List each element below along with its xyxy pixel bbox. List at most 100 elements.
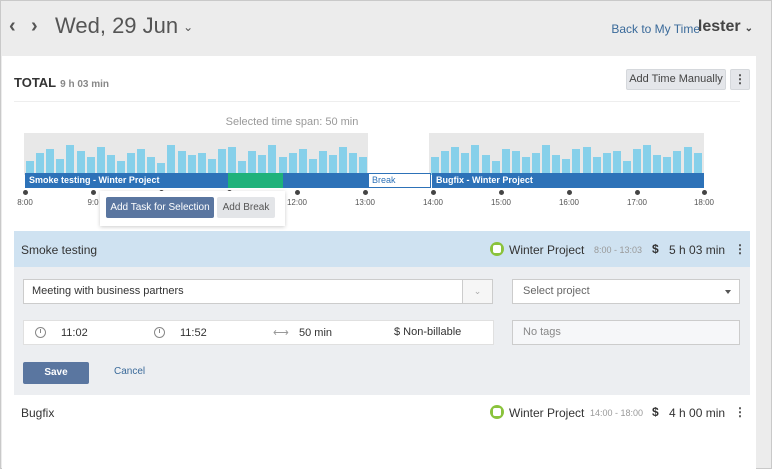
tick-label: 14:00 — [422, 198, 444, 207]
activity-bar — [46, 149, 55, 175]
activity-bar — [228, 147, 237, 175]
total-label: TOTAL — [14, 75, 57, 90]
activity-bar — [572, 149, 581, 175]
next-day-icon[interactable]: › — [31, 15, 38, 38]
chevron-down-icon: ⌄ — [744, 23, 753, 34]
user-name: lester — [697, 18, 741, 35]
activity-bar — [187, 155, 196, 175]
end-time-input[interactable]: 11:52 — [180, 327, 207, 339]
date-picker[interactable]: Wed, 29 Jun ⌄ — [55, 13, 193, 39]
activity-bar — [288, 153, 297, 175]
timeline-tick — [567, 190, 572, 195]
time-inputs: 11:02 11:52 ⟷ 50 min $ Non-billable — [23, 320, 494, 345]
activity-bar — [653, 155, 662, 175]
activity-bar — [633, 149, 642, 175]
selection-popup: Add Task for Selection Add Break — [100, 191, 285, 226]
activity-bar — [339, 147, 348, 175]
activity-bar — [481, 155, 490, 175]
activity-bar — [329, 155, 338, 175]
add-task-for-selection-button[interactable]: Add Task for Selection — [106, 197, 214, 218]
timeline-selection[interactable] — [228, 173, 283, 188]
activity-bar — [66, 145, 75, 175]
activity-bar — [298, 149, 307, 175]
activity-bar — [673, 151, 682, 175]
duration-input[interactable]: 50 min — [299, 327, 332, 339]
activity-bar — [501, 149, 510, 175]
description-input[interactable]: Meeting with business partners — [23, 279, 463, 304]
more-options-icon[interactable]: ⋮ — [734, 405, 746, 419]
activity-bar — [532, 153, 541, 175]
task-name: Smoke testing — [21, 243, 98, 257]
clock-icon — [35, 327, 46, 338]
cancel-button[interactable]: Cancel — [114, 366, 145, 377]
tick-label: 13:00 — [354, 198, 376, 207]
clock-icon — [154, 327, 165, 338]
divider — [14, 101, 740, 102]
project-select-placeholder: Select project — [523, 285, 590, 297]
back-to-my-time-link[interactable]: Back to My Time — [611, 22, 700, 36]
activity-bar — [258, 155, 267, 175]
activity-bar — [268, 145, 277, 175]
billable-toggle[interactable]: $ Non-billable — [394, 326, 461, 338]
date-title: Wed, 29 Jun — [55, 13, 179, 38]
task-duration: 5 h 03 min — [669, 243, 726, 257]
selected-span-label: Selected time span: 50 min — [225, 116, 359, 128]
task-edit-panel: Meeting with business partners ⌄ Select … — [14, 267, 750, 395]
activity-bar — [106, 155, 115, 175]
project-select[interactable]: Select project — [512, 279, 740, 304]
user-menu[interactable]: lester ⌄ — [698, 18, 753, 36]
timeline-tick — [635, 190, 640, 195]
activity-bar — [511, 151, 520, 175]
tick-label: 8:00 — [17, 198, 33, 207]
activity-bar — [318, 151, 327, 175]
app-window: ‹ › Wed, 29 Jun ⌄ Back to My Time lester ⌄… — [0, 0, 772, 469]
project-icon — [490, 405, 504, 419]
activity-bar — [552, 155, 561, 175]
activity-bar — [167, 145, 176, 175]
add-time-manually-button[interactable]: Add Time Manually — [626, 69, 726, 90]
activity-bar — [248, 151, 257, 175]
tick-label: 15:00 — [490, 198, 512, 207]
activity-bar — [471, 145, 480, 175]
timeline-entry-bugfix[interactable]: Bugfix - Winter Project — [432, 173, 704, 188]
activity-bar — [197, 153, 206, 175]
day-card: TOTAL 9 h 03 min Add Time Manually ⋮ Sele… — [2, 56, 756, 469]
tags-input[interactable]: No tags — [512, 320, 740, 345]
timeline-tick — [431, 190, 436, 195]
activity-bar — [693, 153, 702, 175]
tick-label: 16:00 — [558, 198, 580, 207]
timeline-tick — [91, 190, 96, 195]
activity-bar — [612, 151, 621, 175]
project-icon — [490, 242, 504, 256]
activity-bar — [137, 149, 146, 175]
chevron-down-icon[interactable]: ⌄ — [463, 279, 493, 304]
prev-day-icon[interactable]: ‹ — [9, 15, 16, 38]
timeline-tick — [295, 190, 300, 195]
more-options-icon[interactable]: ⋮ — [730, 69, 750, 90]
save-button[interactable]: Save — [23, 362, 89, 384]
activity-bar — [602, 153, 611, 175]
activity-bar — [461, 153, 470, 175]
task-name: Bugfix — [21, 406, 55, 420]
project-name: Winter Project — [509, 406, 585, 420]
activity-bar — [96, 147, 105, 175]
timeline-entry-smoke-testing-tail[interactable] — [283, 173, 368, 188]
more-options-icon[interactable]: ⋮ — [734, 242, 746, 256]
activity-bar — [217, 149, 226, 175]
total-summary: TOTAL 9 h 03 min — [14, 74, 109, 92]
timeline-tick — [702, 190, 707, 195]
task-row-bugfix[interactable]: Bugfix Winter Project 14:00 - 18:00 $ 4 … — [14, 395, 750, 431]
add-break-button[interactable]: Add Break — [217, 197, 275, 218]
activity-bar — [441, 151, 450, 175]
billable-icon: $ — [652, 242, 659, 256]
tick-label: 18:00 — [693, 198, 715, 207]
activity-bar — [36, 153, 45, 175]
activity-bar — [349, 153, 358, 175]
timeline-entry-smoke-testing[interactable]: Smoke testing - Winter Project — [25, 173, 228, 188]
task-duration: 4 h 00 min — [669, 406, 726, 420]
start-time-input[interactable]: 11:02 — [61, 327, 88, 339]
time-range: 14:00 - 18:00 — [590, 408, 644, 418]
timeline-entry-break[interactable]: Break — [368, 173, 431, 188]
tick-label: 17:00 — [626, 198, 648, 207]
task-row-smoke-testing[interactable]: Smoke testing Winter Project 8:00 - 13:0… — [14, 231, 750, 267]
